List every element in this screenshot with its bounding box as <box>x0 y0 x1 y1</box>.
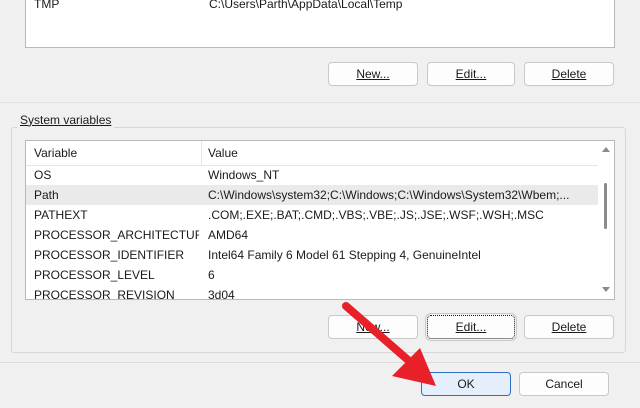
table-row-selected[interactable]: Path C:\Windows\system32;C:\Windows;C:\W… <box>26 185 598 205</box>
user-edit-button[interactable]: Edit... <box>427 62 515 86</box>
scrollbar-thumb[interactable] <box>604 183 607 229</box>
cancel-label: Cancel <box>545 377 583 391</box>
variable-value: C:\Windows\system32;C:\Windows;C:\Window… <box>208 188 570 202</box>
user-new-button[interactable]: New... <box>328 62 418 86</box>
system-edit-button[interactable]: Edit... <box>425 313 517 341</box>
variable-value: C:\Users\Parth\AppData\Local\Temp <box>209 0 403 11</box>
variable-value: 3d04 <box>208 288 235 300</box>
user-delete-button[interactable]: Delete <box>524 62 614 86</box>
table-row[interactable]: PROCESSOR_ARCHITECTURE AMD64 <box>26 225 598 245</box>
variable-name: OS <box>34 168 52 182</box>
table-row[interactable]: PROCESSOR_LEVEL 6 <box>26 265 598 285</box>
scroll-up-icon[interactable] <box>602 147 610 152</box>
user-new-label: New... <box>356 67 390 81</box>
variable-name: PATHEXT <box>34 208 88 222</box>
variable-value: .COM;.EXE;.BAT;.CMD;.VBS;.VBE;.JS;.JSE;.… <box>208 208 544 222</box>
variable-name: PROCESSOR_IDENTIFIER <box>34 248 185 262</box>
variable-value: Windows_NT <box>208 168 280 182</box>
column-header-value[interactable]: Value <box>208 141 238 165</box>
list-header: Variable Value <box>26 141 598 166</box>
cancel-button[interactable]: Cancel <box>519 372 609 396</box>
system-delete-label: Delete <box>551 320 587 334</box>
variable-value: Intel64 Family 6 Model 61 Stepping 4, Ge… <box>208 248 481 262</box>
system-variables-list[interactable]: Variable Value OS Windows_NT Path C:\Win… <box>25 140 615 300</box>
section-divider <box>0 102 640 103</box>
ok-button[interactable]: OK <box>421 372 511 396</box>
variable-value: 6 <box>208 268 215 282</box>
footer-divider <box>0 362 640 363</box>
variable-name: PROCESSOR_ARCHITECTURE <box>34 228 199 242</box>
variable-name: TMP <box>34 0 60 11</box>
user-delete-label: Delete <box>551 67 587 81</box>
table-row[interactable]: PROCESSOR_REVISION 3d04 <box>26 285 598 300</box>
group-title: System variables <box>17 112 115 128</box>
scroll-down-icon[interactable] <box>602 287 610 292</box>
column-divider[interactable] <box>201 141 202 165</box>
system-delete-button[interactable]: Delete <box>524 315 614 339</box>
user-variables-list[interactable]: TMP C:\Users\Parth\AppData\Local\Temp <box>25 0 615 48</box>
system-new-label: New... <box>356 320 390 334</box>
table-row[interactable]: TMP C:\Users\Parth\AppData\Local\Temp <box>26 0 614 12</box>
table-row[interactable]: PROCESSOR_IDENTIFIER Intel64 Family 6 Mo… <box>26 245 598 265</box>
column-header-variable[interactable]: Variable <box>34 141 77 165</box>
system-new-button[interactable]: New... <box>328 315 418 339</box>
variable-name: PROCESSOR_LEVEL <box>34 268 155 282</box>
variable-name: PROCESSOR_REVISION <box>34 288 175 300</box>
variable-value: AMD64 <box>208 228 249 242</box>
vertical-scrollbar[interactable] <box>598 141 614 299</box>
ok-label: OK <box>457 377 475 391</box>
variable-name: Path <box>34 188 59 202</box>
table-row[interactable]: PATHEXT .COM;.EXE;.BAT;.CMD;.VBS;.VBE;.J… <box>26 205 598 225</box>
table-row[interactable]: OS Windows_NT <box>26 165 598 185</box>
system-edit-label: Edit... <box>455 320 487 334</box>
user-edit-label: Edit... <box>455 67 487 81</box>
